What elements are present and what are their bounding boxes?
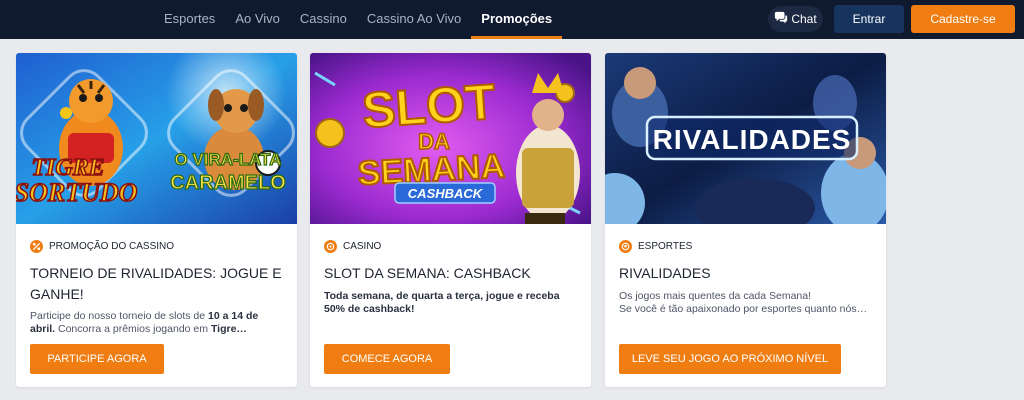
card-category: ESPORTES [619,240,692,253]
login-button[interactable]: Entrar [834,5,904,33]
main-nav: Esportes Ao Vivo Cassino Cassino Ao Vivo… [154,0,562,39]
card-title: RIVALIDADES [619,265,711,281]
card-title: TORNEIO DE RIVALIDADES: JOGUE E GANHE! [30,265,282,302]
promo-banner-rivalidades[interactable]: RIVALIDADES [605,53,886,224]
promo-percent-icon [30,240,43,253]
top-navigation-bar: Esportes Ao Vivo Cassino Cassino Ao Vivo… [0,0,1024,39]
nav-link-cassino[interactable]: Cassino [290,0,357,39]
signup-button[interactable]: Cadastre-se [911,5,1015,33]
card-category-label: CASINO [343,241,382,252]
card-title: SLOT DA SEMANA: CASHBACK [324,265,531,281]
chat-bubble-icon [774,11,788,28]
nav-link-ao-vivo[interactable]: Ao Vivo [225,0,290,39]
card-category: PROMOÇÃO DO CASSINO [30,240,174,253]
card-category-label: PROMOÇÃO DO CASSINO [49,241,175,252]
level-up-button[interactable]: LEVE SEU JOGO AO PRÓXIMO NÍVEL [619,344,841,374]
promo-card-rivalidades[interactable]: RIVALIDADES ESPORTES RIVALIDADES Os jogo… [605,53,886,387]
promo-banner-tigre-sortudo[interactable]: TIGRE SORTUDO O VIRA-LATA CARAMELO [16,53,297,224]
banner-title-caramelo: CARAMELO [170,172,286,194]
promo-card-torneio[interactable]: TIGRE SORTUDO O VIRA-LATA CARAMELO PROMO… [16,53,297,387]
casino-chip-icon [324,240,337,253]
banner-title-cashback: CASHBACK [408,186,484,201]
chat-button[interactable]: Chat [768,6,823,32]
card-description: Os jogos mais quentes da cada Semana! Se… [619,290,868,315]
promo-banner-slot-da-semana[interactable]: SLOT DA SEMANA CASHBACK [310,53,591,224]
card-description: Toda semana, de quarta a terça, jogue e … [324,290,560,315]
nav-link-promocoes[interactable]: Promoções [471,0,562,39]
banner-title-rivalidades: RIVALIDADES [653,124,852,155]
card-description: Participe do nosso torneio de slots de 1… [30,310,259,335]
start-now-button[interactable]: COMECE AGORA [324,344,450,374]
chat-label: Chat [791,12,817,26]
participate-now-button[interactable]: PARTICIPE AGORA [30,344,164,374]
card-category-label: ESPORTES [638,241,693,252]
banner-title-sortudo: SORTUDO [16,178,138,207]
nav-link-cassino-ao-vivo[interactable]: Cassino Ao Vivo [357,0,471,39]
promo-card-slot-da-semana[interactable]: SLOT DA SEMANA CASHBACK CASINO SLOT DA S… [310,53,591,387]
banner-title-vira-lata: O VIRA-LATA [174,150,281,169]
soccer-ball-icon [619,240,632,253]
nav-link-esportes[interactable]: Esportes [154,0,225,39]
card-category: CASINO [324,240,381,253]
